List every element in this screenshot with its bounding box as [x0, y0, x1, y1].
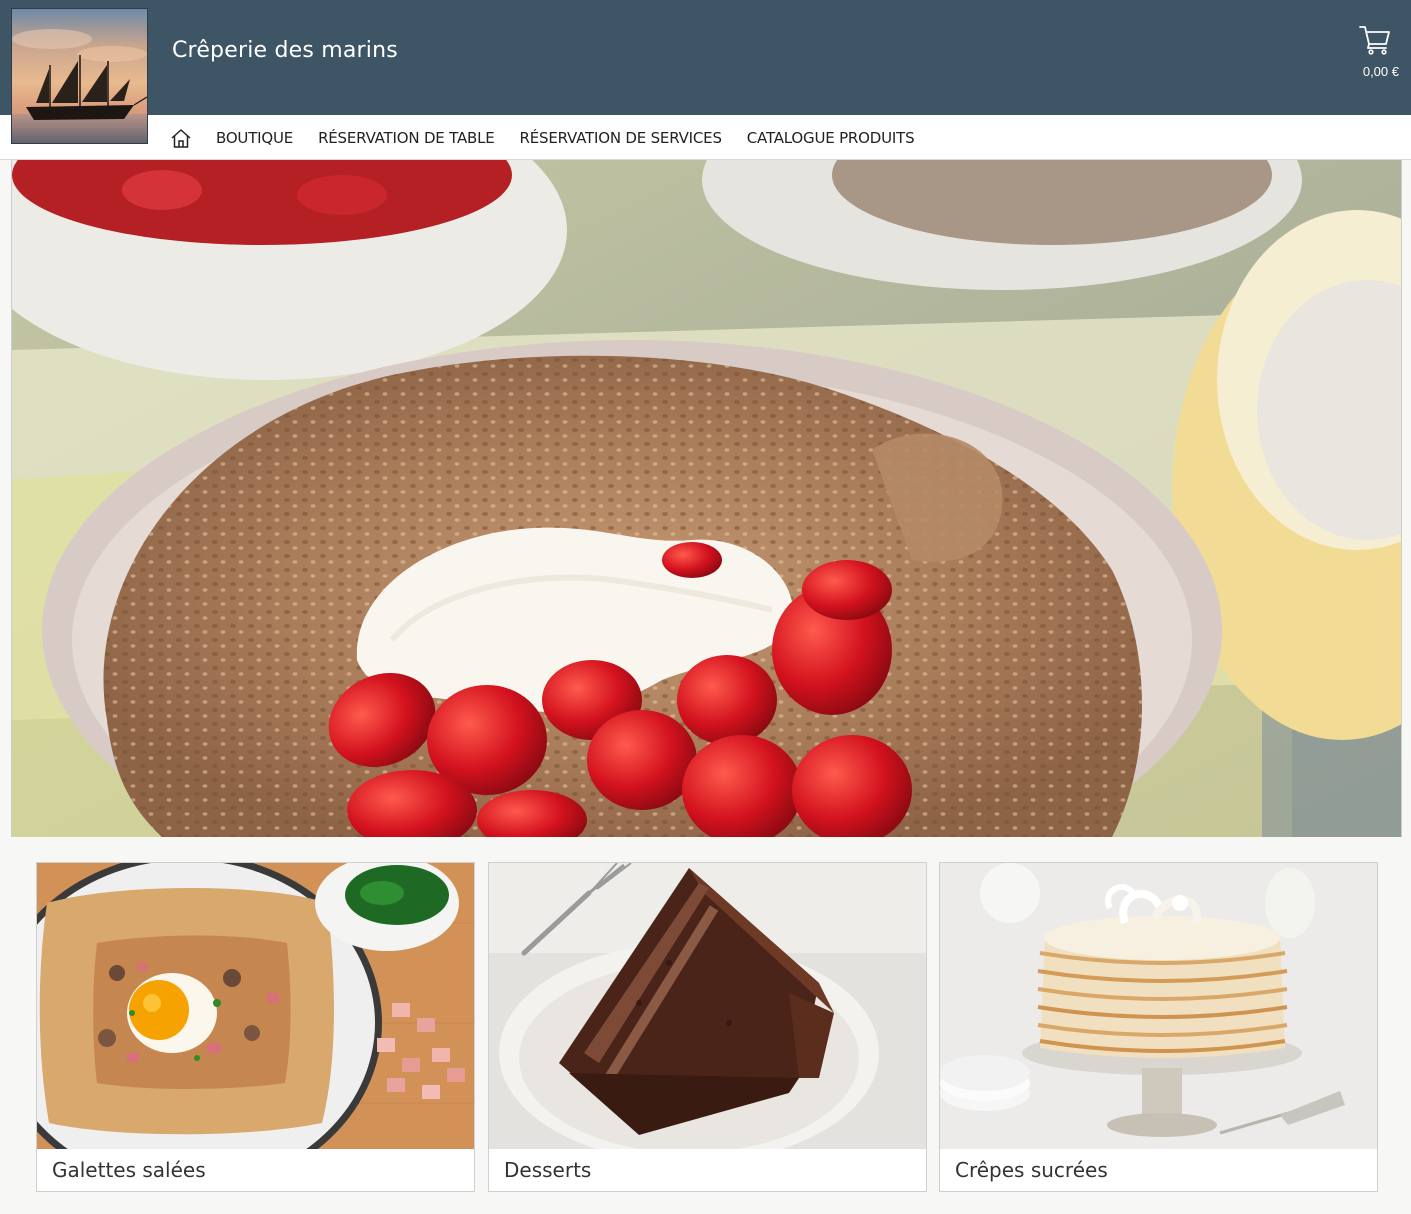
shopping-cart-icon	[1359, 26, 1390, 55]
category-card-galettes[interactable]: Galettes salées	[36, 862, 475, 1192]
nav-item-table-booking[interactable]: RÉSERVATION DE TABLE	[318, 129, 495, 147]
category-card-desserts[interactable]: Desserts	[488, 862, 927, 1192]
main-nav: BOUTIQUE RÉSERVATION DE TABLE RÉSERVATIO…	[0, 115, 1411, 160]
site-logo[interactable]	[11, 8, 148, 144]
category-label: Galettes salées	[52, 1158, 206, 1182]
nav-item-boutique[interactable]: BOUTIQUE	[216, 129, 293, 147]
cart-button[interactable]: 0,00 €	[1355, 25, 1399, 85]
category-label: Desserts	[504, 1158, 592, 1182]
crepe-cake-image	[940, 863, 1377, 1149]
hero-banner-image	[11, 160, 1402, 837]
category-label: Crêpes sucrées	[955, 1158, 1108, 1182]
home-icon[interactable]	[170, 127, 192, 149]
category-grid: Galettes salées Desserts Crêpes sucrées	[36, 862, 1378, 1192]
nav-item-service-booking[interactable]: RÉSERVATION DE SERVICES	[520, 129, 722, 147]
site-title[interactable]: Crêperie des marins	[172, 38, 398, 63]
galette-image	[37, 863, 474, 1149]
category-card-crepes-sucrees[interactable]: Crêpes sucrées	[939, 862, 1378, 1192]
chocolate-cake-image	[489, 863, 926, 1149]
nav-item-product-catalog[interactable]: CATALOGUE PRODUITS	[747, 129, 915, 147]
ship-logo-image	[12, 9, 147, 143]
cart-total: 0,00 €	[1362, 64, 1399, 79]
site-header: Crêperie des marins 0,00 €	[0, 0, 1411, 115]
